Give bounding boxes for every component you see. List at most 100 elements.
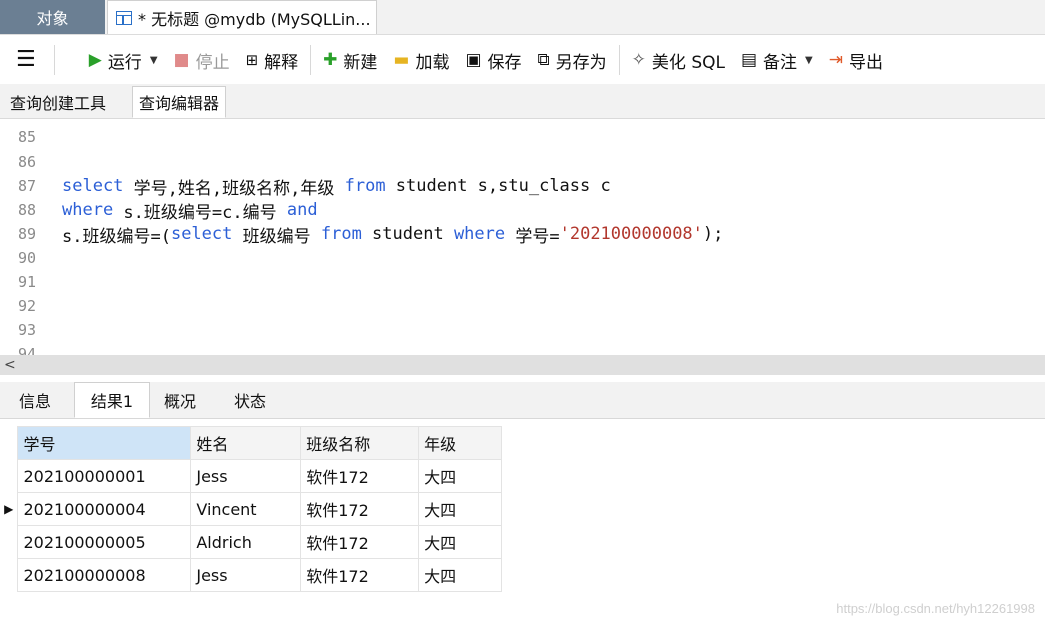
table-cell[interactable]: 软件172 [300,558,420,592]
notes-button[interactable]: ▤ 备注 ▼ [733,42,821,78]
column-header[interactable]: 年级 [418,426,502,460]
table-cell[interactable]: 软件172 [300,492,420,526]
load-button[interactable]: ▬ 加载 [385,42,457,78]
line-number: 92 [18,297,37,315]
stop-icon: ■ [173,49,190,70]
new-button[interactable]: ✚ 新建 [315,42,385,78]
tab-query-builder[interactable]: 查询创建工具 [4,86,112,118]
sql-string: '202100000008' [559,224,703,244]
sql-text: s.班级编号=c.编号 [113,202,287,223]
tab-overview[interactable]: 概况 [150,382,210,418]
toolbar-separator [53,45,55,75]
column-header[interactable]: 姓名 [190,426,302,460]
table-cell[interactable]: 大四 [418,525,502,559]
save-as-icon: ⧉ [537,49,550,70]
export-label: 导出 [848,52,883,73]
code-line: 91 [0,270,62,294]
toolbar-separator [618,45,620,75]
table-row[interactable]: 202100000008 Jess 软件172 大四 [0,558,502,592]
line-number: 86 [18,153,37,171]
column-header[interactable]: 班级名称 [300,426,420,460]
table-row[interactable]: 202100000005 Aldrich 软件172 大四 [0,525,502,559]
tab-query-label: * 无标题 @mydb (MySQLLin... [138,9,371,29]
sql-text: student s,stu_class c [385,176,611,196]
table-cell[interactable]: 202100000008 [17,558,192,592]
table-cell[interactable]: 202100000005 [17,525,192,559]
table-cell[interactable]: 大四 [418,558,502,592]
load-label: 加载 [415,52,450,73]
row-indicator [0,558,18,592]
sql-text: 学号= [505,226,560,247]
table-row[interactable]: ▶ 202100000004 Vincent 软件172 大四 [0,492,502,526]
code-line: 87 select 学号,姓名,班级名称,年级 from student s,st… [0,174,611,199]
watermark: https://blog.csdn.net/hyh12261998 [836,601,1035,616]
sql-keyword: and [286,200,318,220]
save-icon: ▣ [465,49,482,70]
run-button[interactable]: ▶ 运行 ▼ [59,42,166,78]
sql-text: s.班级编号=( [62,226,171,247]
beautify-sql-button[interactable]: ✧ 美化 SQL [624,42,733,78]
sql-keyword: where [62,200,114,220]
code-line: 93 [0,318,62,342]
result-table: 学号 姓名 班级名称 年级 202100000001 Jess 软件172 大四… [0,426,502,592]
table-cell[interactable]: 大四 [418,492,502,526]
code-line: 94 [0,342,62,355]
menu-button[interactable]: ☰ [0,42,50,78]
run-label: 运行 [107,52,142,73]
save-as-button[interactable]: ⧉ 另存为 [530,42,615,78]
tab-status[interactable]: 状态 [214,382,286,418]
table-icon [116,10,132,25]
result-tabs: 信息 结果1 概况 状态 [0,382,1045,419]
sql-keyword: select [62,176,124,196]
explain-button[interactable]: ⊞ 解释 [238,42,307,78]
sql-text: student [361,224,454,244]
tab-object-label: 对象 [36,9,69,28]
scroll-left-icon[interactable]: < [4,357,16,373]
horizontal-scrollbar[interactable] [0,355,1045,375]
table-cell[interactable]: Aldrich [190,525,302,559]
code-line: 86 [0,150,62,174]
table-cell[interactable]: Jess [190,459,302,493]
stop-label: 停止 [195,52,230,73]
export-button[interactable]: ⇥ 导出 [821,42,891,78]
table-cell[interactable]: Vincent [190,492,302,526]
code-line: 92 [0,294,62,318]
code-line: 90 [0,246,62,270]
line-number: 93 [18,321,37,339]
table-cell[interactable]: 202100000001 [17,459,192,493]
run-dropdown-icon[interactable]: ▼ [150,55,158,66]
note-icon: ▤ [740,49,758,70]
code-line: 89 s.班级编号=(select 班级编号 from student where… [0,222,723,247]
notes-label: 备注 [763,52,798,73]
table-cell[interactable]: 大四 [418,459,502,493]
code-line: 85 [0,125,62,149]
notes-dropdown-icon[interactable]: ▼ [805,55,813,66]
toolbar: ☰ ▶ 运行 ▼ ■ 停止 ⊞ 解释 ✚ 新建 ▬ 加载 ▣ 保存 ⧉ 另存为 … [0,36,1045,84]
result-grid: 学号 姓名 班级名称 年级 202100000001 Jess 软件172 大四… [0,426,502,592]
table-row[interactable]: 202100000001 Jess 软件172 大四 [0,459,502,493]
table-cell[interactable]: 软件172 [300,459,420,493]
tab-query-editor[interactable]: 查询编辑器 [132,86,227,118]
tab-query[interactable]: * 无标题 @mydb (MySQLLin... [107,0,377,34]
stop-button[interactable]: ■ 停止 [166,42,238,78]
tab-object[interactable]: 对象 [0,0,105,34]
column-header[interactable]: 学号 [17,426,192,460]
magic-wand-icon: ✧ [631,49,646,70]
new-query-icon: ✚ [323,49,338,70]
row-indicator [0,459,18,493]
sql-editor[interactable]: 85 86 87 select 学号,姓名,班级名称,年级 from studen… [0,119,1045,355]
tab-info[interactable]: 信息 [0,382,70,418]
table-cell[interactable]: Jess [190,558,302,592]
tab-result1[interactable]: 结果1 [74,382,150,418]
save-as-label: 另存为 [555,52,607,73]
table-cell[interactable]: 202100000004 [17,492,192,526]
line-number: 94 [18,345,37,355]
save-button[interactable]: ▣ 保存 [457,42,529,78]
row-indicator [0,525,18,559]
line-number: 90 [18,249,37,267]
folder-icon: ▬ [393,49,410,70]
explain-icon: ⊞ [245,50,259,69]
row-indicator-header [0,426,18,460]
table-cell[interactable]: 软件172 [300,525,420,559]
sql-text: 班级编号 [232,226,321,247]
